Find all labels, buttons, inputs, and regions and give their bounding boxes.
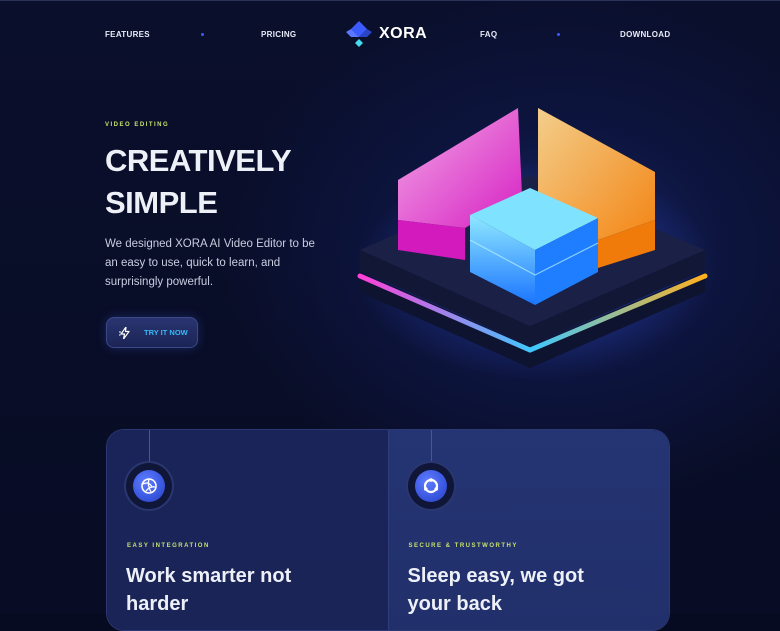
card-connector-line [430, 430, 432, 466]
feature-badge [407, 463, 454, 509]
hero-title-line: SIMPLE [105, 185, 218, 220]
nav-separator-dot [557, 33, 560, 36]
feature-title-line: Sleep easy, we got [407, 565, 584, 587]
feature-title: Work smarter not harder [126, 562, 346, 618]
nav-features-link[interactable]: FEATURES [105, 30, 150, 39]
feature-card: EASY INTEGRATION Work smarter not harder [107, 430, 388, 630]
feature-eyebrow: SECURE & TRUSTWORTHY [408, 543, 518, 549]
ring-icon [423, 478, 438, 494]
feature-badge [126, 463, 172, 509]
try-it-now-label: TRY IT NOW [144, 328, 188, 337]
nav-download-link[interactable]: DOWNLOAD [620, 30, 670, 39]
hero-title: CREATIVELY SIMPLE [105, 140, 292, 224]
nav-faq-link[interactable]: FAQ [480, 30, 497, 39]
nav-pricing-link[interactable]: PRICING [261, 30, 296, 39]
hero-title-line: CREATIVELY [105, 143, 292, 178]
lightning-icon [119, 326, 130, 339]
nav-separator-dot [201, 33, 204, 36]
top-nav: FEATURES PRICING XORA FAQ DOWNLOAD [0, 0, 780, 68]
xora-logo[interactable]: XORA [345, 20, 427, 48]
feature-title-line: your back [407, 593, 502, 615]
try-it-now-button[interactable]: TRY IT NOW [106, 317, 198, 348]
hero-eyebrow: VIDEO EDITING [105, 122, 170, 128]
feature-title-line: Work smarter not [126, 565, 292, 587]
features-section: EASY INTEGRATION Work smarter not harder… [106, 429, 670, 631]
swirl-icon [141, 478, 157, 494]
hero-description: We designed XORA AI Video Editor to be a… [105, 238, 315, 288]
feature-title-line: harder [126, 593, 189, 615]
feature-title: Sleep easy, we got your back [408, 562, 628, 618]
xora-logo-icon [346, 21, 372, 47]
feature-eyebrow: EASY INTEGRATION [127, 543, 210, 549]
glowing-blocks-illustration [355, 108, 715, 380]
logo-wordmark: XORA [379, 25, 428, 42]
feature-card: SECURE & TRUSTWORTHY Sleep easy, we got … [387, 430, 669, 630]
card-connector-line [149, 430, 150, 466]
